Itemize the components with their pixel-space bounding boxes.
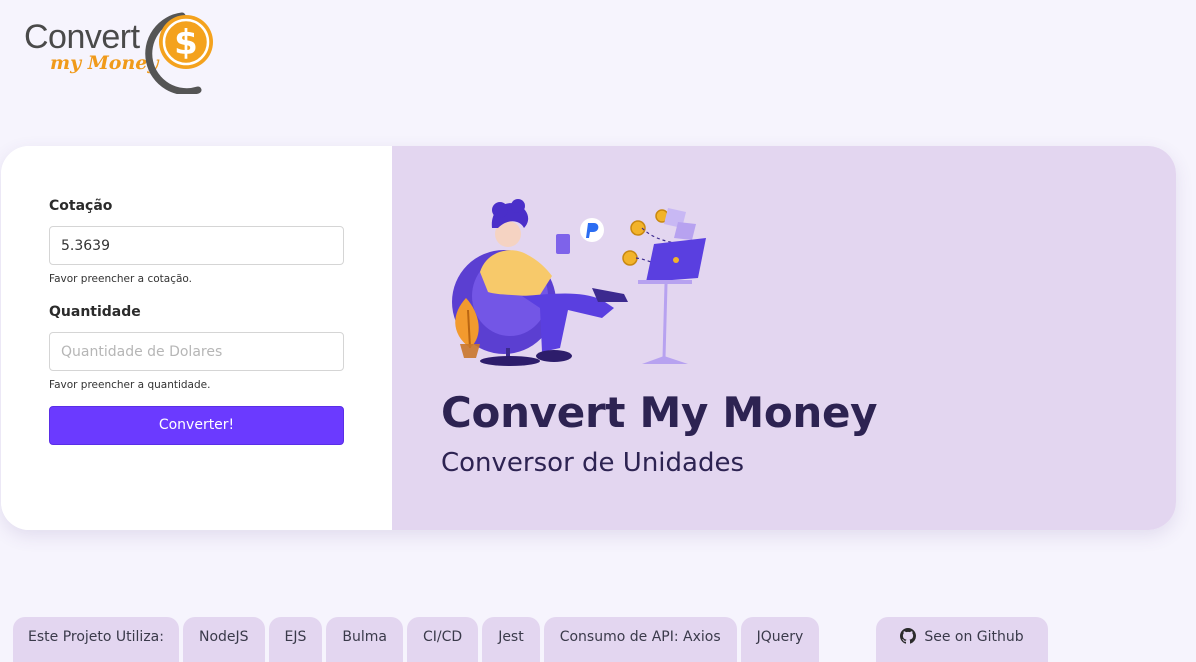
quantidade-help: Favor preencher a quantidade. xyxy=(49,379,211,391)
hero-panel: Convert My Money Conversor de Unidades xyxy=(392,146,1176,530)
cotacao-help: Favor preencher a cotação. xyxy=(49,273,192,285)
person-with-laptop-illustration xyxy=(452,199,706,366)
logo[interactable]: Convert my Money $ xyxy=(24,10,224,94)
cotacao-input[interactable] xyxy=(49,226,344,265)
tech-tag: Bulma xyxy=(326,617,403,662)
cotacao-label: Cotação xyxy=(49,198,113,214)
hero-subtitle: Conversor de Unidades xyxy=(441,448,744,478)
tech-tag: NodeJS xyxy=(182,617,265,662)
github-icon xyxy=(900,628,917,644)
svg-text:$: $ xyxy=(174,23,198,63)
tech-list-heading: Este Projeto Utiliza: xyxy=(13,617,179,662)
tech-tag: Consumo de API: Axios xyxy=(543,617,737,662)
converter-form: Cotação Favor preencher a cotação. Quant… xyxy=(1,146,392,530)
github-label: See on Github xyxy=(924,629,1024,645)
github-link[interactable]: See on Github xyxy=(876,617,1048,662)
tech-tag: Jest xyxy=(482,617,540,662)
quantidade-label: Quantidade xyxy=(49,304,141,320)
quantidade-input[interactable] xyxy=(49,332,344,371)
tech-tag: CI/CD xyxy=(407,617,479,662)
tech-tag: EJS xyxy=(268,617,323,662)
tech-tag-list: Este Projeto Utiliza: NodeJS EJS Bulma C… xyxy=(13,617,820,662)
tech-tag: JQuery xyxy=(740,617,820,662)
convert-button[interactable]: Converter! xyxy=(49,406,344,445)
dollar-coin-icon: $ xyxy=(145,12,213,94)
hero-title: Convert My Money xyxy=(441,388,878,437)
converter-card: Cotação Favor preencher a cotação. Quant… xyxy=(1,146,1176,530)
